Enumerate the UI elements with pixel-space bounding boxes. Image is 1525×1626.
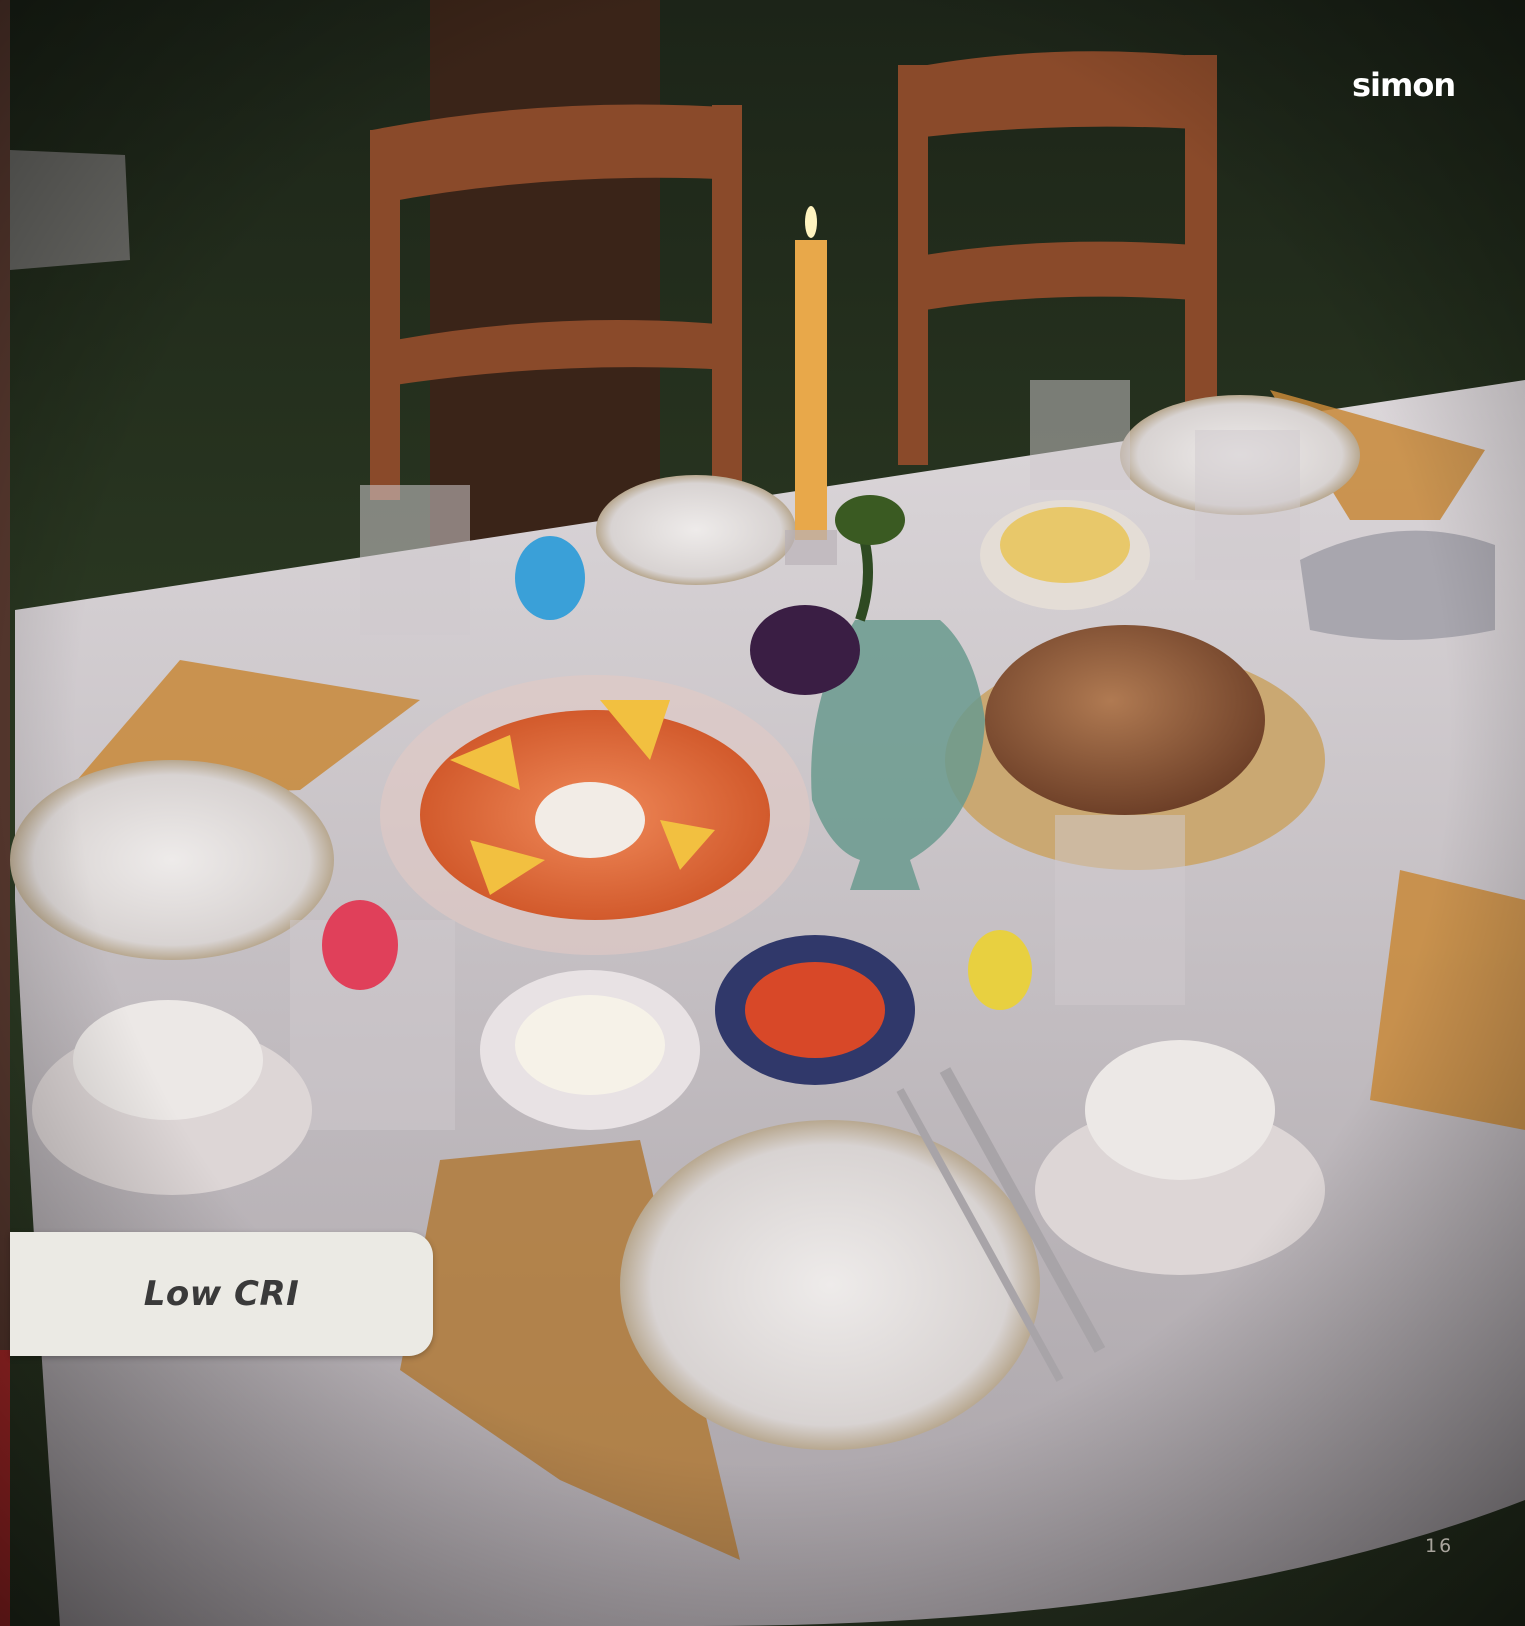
- page-number: 16: [1425, 1535, 1454, 1557]
- page: simon Low CRI 16: [0, 0, 1525, 1626]
- cri-label-card: Low CRI: [10, 1232, 433, 1356]
- photo-table-setting: [0, 0, 1525, 1626]
- brand-logo: simon: [1352, 66, 1456, 104]
- cri-label: Low CRI: [143, 1274, 300, 1314]
